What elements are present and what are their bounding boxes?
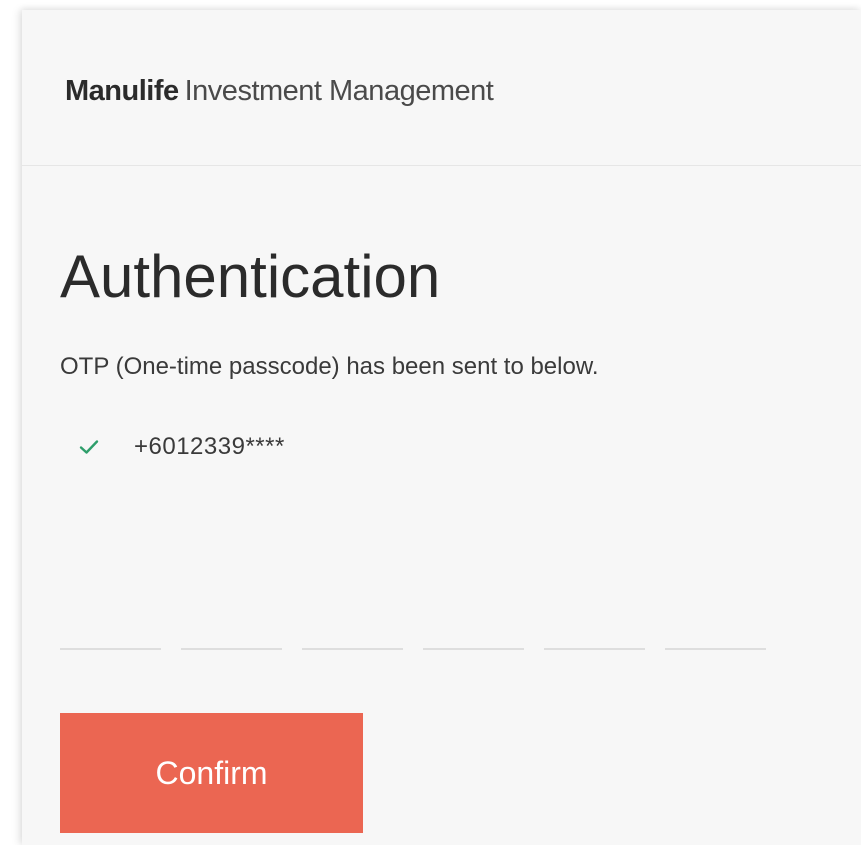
page-title: Authentication [60, 243, 441, 310]
auth-panel: Manulife Investment Management Authentica… [22, 10, 861, 845]
otp-digit-2[interactable] [181, 620, 282, 650]
brand-name: Manulife [65, 75, 179, 107]
recipient-phone: +6012339**** [134, 433, 285, 460]
otp-digit-6[interactable] [665, 620, 766, 650]
header: Manulife Investment Management [22, 10, 861, 166]
otp-input-group [60, 620, 766, 650]
brand-subtitle: Investment Management [184, 75, 494, 107]
otp-recipient: +6012339**** [76, 430, 285, 464]
otp-digit-3[interactable] [302, 620, 403, 650]
otp-sent-message: OTP (One-time passcode) has been sent to… [60, 353, 599, 380]
otp-digit-5[interactable] [544, 620, 645, 650]
otp-digit-1[interactable] [60, 620, 161, 650]
otp-digit-4[interactable] [423, 620, 524, 650]
confirm-button[interactable]: Confirm [60, 713, 363, 833]
brand-logo: Manulife Investment Management [65, 74, 494, 108]
check-icon [76, 434, 102, 460]
